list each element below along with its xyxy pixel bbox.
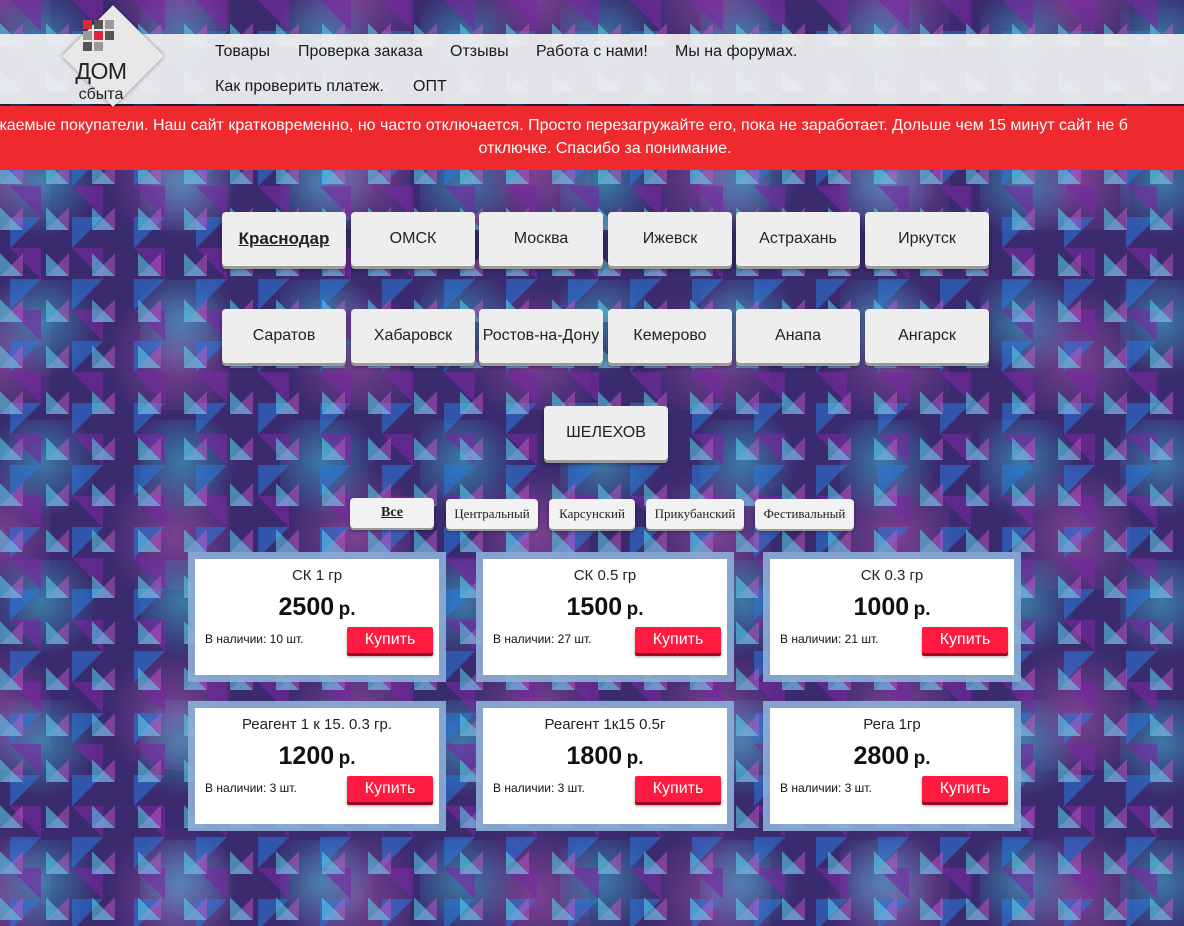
logo-title: ДОМ <box>75 58 127 84</box>
product-name: СК 0.5 гр <box>573 567 637 584</box>
product-stock: В наличии: 3 шт. <box>493 781 585 795</box>
product-price: 1200 р. <box>278 742 356 770</box>
product-stock: В наличии: 10 шт. <box>205 632 304 646</box>
district-button-central[interactable]: Центральный <box>446 499 538 529</box>
nav-item-order-check[interactable]: Проверка заказа <box>298 43 423 61</box>
product-stock: В наличии: 27 шт. <box>493 632 592 646</box>
notice-banner: жаемые покупатели. Наш сайт кратковремен… <box>0 106 1184 170</box>
city-button-izhevsk[interactable]: Ижевск <box>608 212 732 266</box>
product-price: 1800 р. <box>566 742 644 770</box>
notice-text-line2: отключке. Спасибо за понимание. <box>478 140 732 157</box>
buy-button[interactable]: Купить <box>347 627 433 653</box>
logo-subtitle: сбыта <box>78 86 124 103</box>
site-header: Товары Проверка заказа Отзывы Работа с н… <box>0 34 1184 104</box>
district-button-karsunsky[interactable]: Карсунский <box>549 499 635 529</box>
nav-item-payment-check[interactable]: Как проверить платеж. <box>215 78 384 96</box>
city-button-kemerovo[interactable]: Кемерово <box>608 309 732 363</box>
product-card: СК 1 гр 2500 р. В наличии: 10 шт. Купить <box>188 552 446 682</box>
product-stock: В наличии: 3 шт. <box>780 781 872 795</box>
nav-item-jobs[interactable]: Работа с нами! <box>536 43 648 61</box>
site-logo[interactable]: ДОМ сбыта <box>62 5 164 124</box>
nav-item-forums[interactable]: Мы на форумах. <box>675 43 797 61</box>
city-button-khabarovsk[interactable]: Хабаровск <box>351 309 475 363</box>
nav-item-reviews[interactable]: Отзывы <box>450 43 509 61</box>
city-button-moscow[interactable]: Москва <box>479 212 603 266</box>
district-button-all[interactable]: Все <box>350 498 434 528</box>
product-card: Реагент 1 к 15. 0.3 гр. 1200 р. В наличи… <box>188 701 446 831</box>
city-button-omsk[interactable]: ОМСК <box>351 212 475 266</box>
logo-mosaic-icon <box>83 20 119 56</box>
product-stock: В наличии: 21 шт. <box>780 632 879 646</box>
product-price: 2500 р. <box>278 593 356 621</box>
product-name: Рега 1гр <box>863 716 921 733</box>
district-button-festivalny[interactable]: Фестивальный <box>755 499 854 529</box>
product-name: Реагент 1к15 0.5г <box>544 716 666 733</box>
city-button-angarsk[interactable]: Ангарск <box>865 309 989 363</box>
product-card: Реагент 1к15 0.5г 1800 р. В наличии: 3 ш… <box>476 701 734 831</box>
nav-item-products[interactable]: Товары <box>215 43 270 61</box>
product-stock: В наличии: 3 шт. <box>205 781 297 795</box>
city-button-saratov[interactable]: Саратов <box>222 309 346 363</box>
product-name: СК 1 гр <box>291 567 343 584</box>
city-button-krasnodar[interactable]: Краснодар <box>222 212 346 266</box>
city-button-rostov[interactable]: Ростов-на-Дону <box>479 309 603 363</box>
product-name: СК 0.3 гр <box>860 567 924 584</box>
city-button-astrakhan[interactable]: Астрахань <box>736 212 860 266</box>
buy-button[interactable]: Купить <box>347 776 433 802</box>
city-button-anapa[interactable]: Анапа <box>736 309 860 363</box>
product-card: СК 0.5 гр 1500 р. В наличии: 27 шт. Купи… <box>476 552 734 682</box>
buy-button[interactable]: Купить <box>922 776 1008 802</box>
nav-item-wholesale[interactable]: ОПТ <box>413 78 447 96</box>
product-card: СК 0.3 гр 1000 р. В наличии: 21 шт. Купи… <box>763 552 1021 682</box>
product-card: Рега 1гр 2800 р. В наличии: 3 шт. Купить <box>763 701 1021 831</box>
product-price: 2800 р. <box>853 742 931 770</box>
product-price: 1000 р. <box>853 593 931 621</box>
product-price: 1500 р. <box>566 593 644 621</box>
buy-button[interactable]: Купить <box>635 776 721 802</box>
city-button-shelekhov[interactable]: ШЕЛЕХОВ <box>544 406 668 460</box>
buy-button[interactable]: Купить <box>922 627 1008 653</box>
notice-text-line1: жаемые покупатели. Наш сайт кратковремен… <box>0 117 1128 134</box>
buy-button[interactable]: Купить <box>635 627 721 653</box>
product-name: Реагент 1 к 15. 0.3 гр. <box>241 716 393 733</box>
district-button-prikubansky[interactable]: Прикубанский <box>646 499 744 529</box>
city-button-irkutsk[interactable]: Иркутск <box>865 212 989 266</box>
